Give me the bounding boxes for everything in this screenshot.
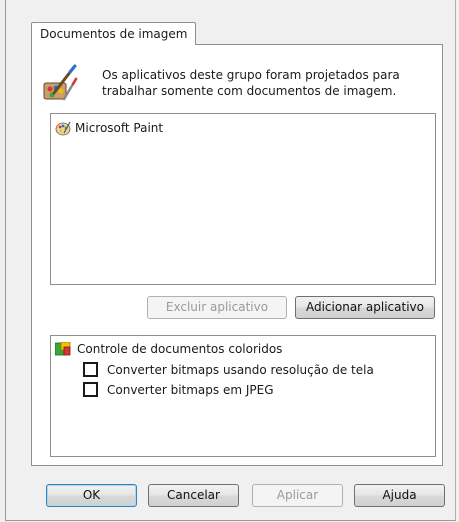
help-button[interactable]: Ajuda [354,484,445,507]
checkbox-label: Converter bitmaps usando resolução de te… [107,362,374,377]
application-list[interactable]: Microsoft Paint [50,113,436,285]
ok-button[interactable]: OK [46,484,137,507]
color-document-options: Controle de documentos coloridos Convert… [50,335,436,457]
remove-application-button[interactable]: Excluir aplicativo [147,296,287,319]
list-item-label: Microsoft Paint [75,121,164,135]
checkbox-row-screen-resolution[interactable]: Converter bitmaps usando resolução de te… [83,362,374,377]
paint-palette-icon [55,121,71,136]
properties-dialog: Documentos de imagem Os aplicativos dest… [5,0,456,521]
paint-tools-icon [43,64,78,101]
apply-button[interactable]: Aplicar [252,484,343,507]
tab-label: Documentos de imagem [40,27,188,41]
color-documents-icon [55,342,71,356]
list-item[interactable]: Microsoft Paint [55,120,163,136]
tab-panel: Os aplicativos deste grupo foram projeta… [31,44,443,466]
checkbox-row-jpeg[interactable]: Converter bitmaps em JPEG [83,382,274,397]
group-description: Os aplicativos deste grupo foram projeta… [102,68,400,98]
jpeg-checkbox[interactable] [83,382,98,397]
options-title-label: Controle de documentos coloridos [77,342,283,356]
cancel-button[interactable]: Cancelar [148,484,239,507]
screen-resolution-checkbox[interactable] [83,362,98,377]
checkbox-label: Converter bitmaps em JPEG [107,382,274,397]
tab-image-documents[interactable]: Documentos de imagem [31,22,197,45]
add-application-button[interactable]: Adicionar aplicativo [295,296,435,319]
options-title: Controle de documentos coloridos [55,342,282,356]
